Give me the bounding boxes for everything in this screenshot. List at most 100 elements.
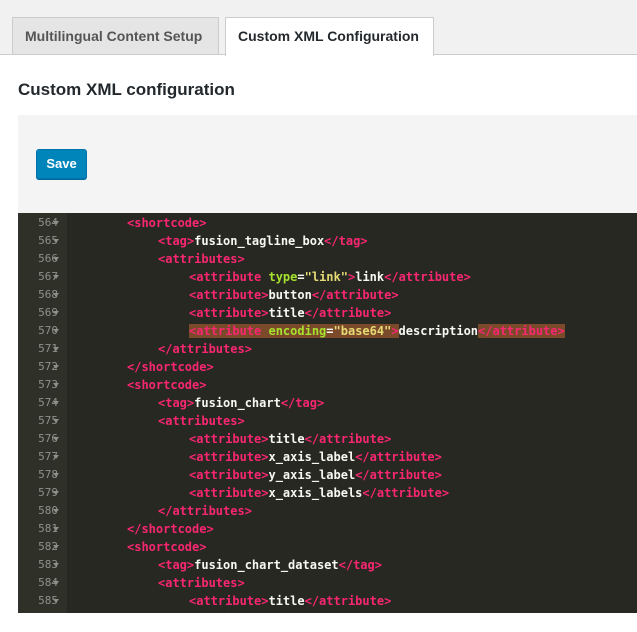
- code-line[interactable]: 574 <tag>fusion_chart</tag>: [19, 394, 637, 412]
- code-token: <attribute>: [189, 306, 269, 320]
- fold-arrow-icon[interactable]: [53, 581, 59, 585]
- code-text: </attributes>: [158, 340, 252, 358]
- code-token: <shortcode>: [127, 540, 207, 554]
- code-text: <attribute type="link">link</attribute>: [189, 268, 471, 286]
- code-token: </attribute>: [355, 450, 442, 464]
- code-token: <shortcode>: [127, 216, 207, 230]
- code-token: "base64": [333, 324, 392, 338]
- fold-arrow-icon[interactable]: [53, 257, 59, 261]
- code-token: </attribute>: [305, 612, 392, 613]
- code-line[interactable]: 575 <attributes>: [19, 412, 637, 430]
- code-token: <attribute: [189, 324, 269, 338]
- fold-arrow-icon[interactable]: [53, 599, 59, 603]
- fold-arrow-icon[interactable]: [53, 383, 59, 387]
- fold-arrow-icon[interactable]: [53, 365, 59, 369]
- code-token: fusion_tagline_box: [194, 234, 325, 248]
- code-token: </shortcode>: [127, 360, 214, 374]
- code-line[interactable]: 577 <attribute>x_axis_label</attribute>: [19, 448, 637, 466]
- code-line[interactable]: 578 <attribute>y_axis_label</attribute>: [19, 466, 637, 484]
- code-token: </attributes>: [158, 504, 252, 518]
- code-line[interactable]: 581 </shortcode>: [19, 520, 637, 538]
- code-token: <tag>: [158, 234, 195, 248]
- code-token: encoding: [268, 324, 327, 338]
- code-line[interactable]: 568 <attribute>button</attribute>: [19, 286, 637, 304]
- code-token: </attribute>: [304, 306, 392, 320]
- code-token: >: [391, 324, 399, 338]
- fold-arrow-icon[interactable]: [53, 509, 59, 513]
- fold-arrow-icon[interactable]: [53, 419, 59, 423]
- code-text: <attribute>title</attribute>: [189, 430, 391, 448]
- code-line[interactable]: 569 <attribute>title</attribute>: [19, 304, 637, 322]
- code-token: <attribute>: [189, 450, 269, 464]
- code-line[interactable]: 585 <attribute>title</attribute>: [19, 592, 637, 610]
- code-line[interactable]: 586 <attribute>value</attribute>: [19, 610, 637, 613]
- code-line[interactable]: 571 </attributes>: [19, 340, 637, 358]
- fold-arrow-icon[interactable]: [53, 347, 59, 351]
- save-button[interactable]: Save: [36, 149, 87, 179]
- code-line[interactable]: 570 <attribute encoding="base64">descript…: [19, 322, 637, 340]
- code-line[interactable]: 582 <shortcode>: [19, 538, 637, 556]
- code-line[interactable]: 572 </shortcode>: [19, 358, 637, 376]
- code-token: title: [268, 306, 305, 320]
- code-text: <shortcode>: [127, 538, 206, 556]
- fold-arrow-icon[interactable]: [53, 329, 59, 333]
- code-line[interactable]: 576 <attribute>title</attribute>: [19, 430, 637, 448]
- code-token: </attribute>: [478, 324, 565, 338]
- fold-arrow-icon[interactable]: [53, 545, 59, 549]
- fold-arrow-icon[interactable]: [53, 563, 59, 567]
- fold-arrow-icon[interactable]: [53, 311, 59, 315]
- code-token: </tag>: [338, 558, 382, 572]
- code-text: <shortcode>: [127, 376, 206, 394]
- fold-arrow-icon[interactable]: [53, 275, 59, 279]
- code-text: <attribute>x_axis_labels</attribute>: [189, 484, 449, 502]
- tab-bar: Multilingual Content Setup Custom XML Co…: [0, 0, 637, 56]
- code-line[interactable]: 565 <tag>fusion_tagline_box</tag>: [19, 232, 637, 250]
- fold-arrow-icon[interactable]: [53, 527, 59, 531]
- code-token: <shortcode>: [127, 378, 207, 392]
- code-line[interactable]: 584 <attributes>: [19, 574, 637, 592]
- code-token: </attribute>: [311, 288, 399, 302]
- code-token: type: [268, 270, 298, 284]
- editor-toolbar: Save: [18, 115, 637, 213]
- code-token: </attribute>: [384, 270, 471, 284]
- code-token: <attributes>: [158, 414, 245, 428]
- tab-multilingual-content-setup[interactable]: Multilingual Content Setup: [12, 17, 219, 55]
- fold-arrow-icon[interactable]: [53, 401, 59, 405]
- code-line[interactable]: 579 <attribute>x_axis_labels</attribute>: [19, 484, 637, 502]
- code-token: y_axis_label: [268, 468, 356, 482]
- settings-panel: Custom XML configuration Save 564 <shortc…: [0, 54, 637, 632]
- code-line[interactable]: 583 <tag>fusion_chart_dataset</tag>: [19, 556, 637, 574]
- code-token: <attribute>: [189, 594, 269, 608]
- code-text: </shortcode>: [127, 520, 214, 538]
- code-line[interactable]: 566 <attributes>: [19, 250, 637, 268]
- code-line[interactable]: 564 <shortcode>: [19, 214, 637, 232]
- code-token: =: [297, 270, 305, 284]
- fold-arrow-icon[interactable]: [53, 491, 59, 495]
- code-text: <tag>fusion_chart</tag>: [158, 394, 324, 412]
- fold-arrow-icon[interactable]: [53, 239, 59, 243]
- code-token: <attribute>: [189, 486, 269, 500]
- code-line[interactable]: 567 <attribute type="link">link</attribut…: [19, 268, 637, 286]
- code-line[interactable]: 580 </attributes>: [19, 502, 637, 520]
- code-line[interactable]: 573 <shortcode>: [19, 376, 637, 394]
- fold-arrow-icon[interactable]: [53, 473, 59, 477]
- fold-arrow-icon[interactable]: [53, 455, 59, 459]
- code-token: <attribute: [189, 270, 269, 284]
- fold-arrow-icon[interactable]: [53, 221, 59, 225]
- xml-code-editor[interactable]: 564 <shortcode> 565 <tag>fusion_tagline_box…: [18, 213, 637, 613]
- section-title: Custom XML configuration: [18, 80, 235, 99]
- code-token: <attributes>: [158, 576, 245, 590]
- code-token: </attribute>: [355, 468, 442, 482]
- code-text: <tag>fusion_chart_dataset</tag>: [158, 556, 382, 574]
- code-token: title: [268, 432, 305, 446]
- code-token: </attribute>: [304, 594, 392, 608]
- code-text: <attributes>: [158, 250, 245, 268]
- code-text: <attribute>title</attribute>: [189, 592, 391, 610]
- code-token: </attributes>: [158, 342, 252, 356]
- fold-arrow-icon[interactable]: [53, 293, 59, 297]
- fold-arrow-icon[interactable]: [53, 437, 59, 441]
- tab-custom-xml-configuration[interactable]: Custom XML Configuration: [225, 17, 434, 56]
- code-text: <attribute>x_axis_label</attribute>: [189, 448, 442, 466]
- code-token: description: [398, 324, 479, 338]
- code-token: fusion_chart_dataset: [194, 558, 339, 572]
